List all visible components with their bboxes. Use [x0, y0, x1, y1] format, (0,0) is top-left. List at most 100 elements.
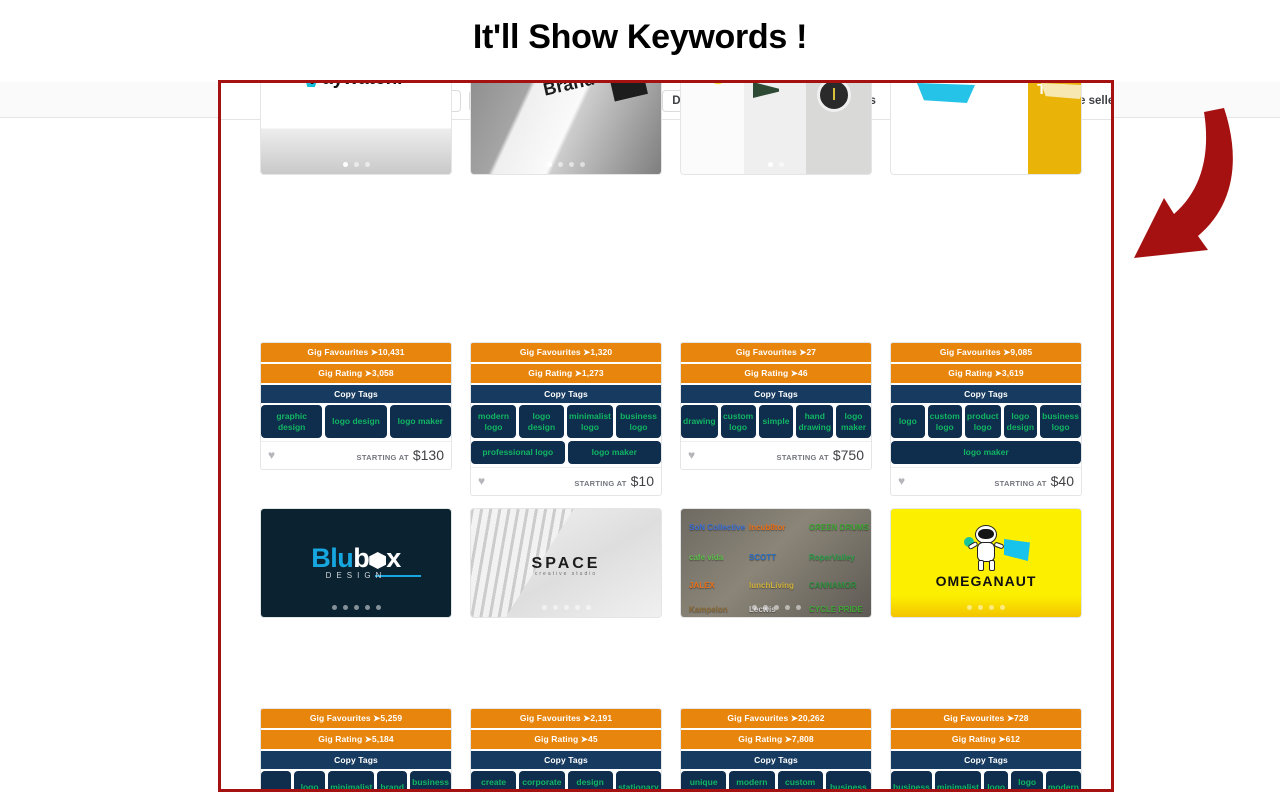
gig-rating-bar[interactable]: Gig Rating ➤45 [471, 730, 661, 749]
copy-tags-button[interactable]: Copy Tags [681, 751, 871, 769]
carousel-dots[interactable] [471, 162, 661, 167]
gig-tag[interactable]: business logo [616, 405, 661, 439]
carousel-dots[interactable] [471, 605, 661, 610]
gig-thumbnail[interactable]: AQUA TAPAQUA TAP [891, 83, 1081, 174]
gig-tag[interactable]: unique logo design [681, 771, 727, 789]
gig-tag[interactable]: custom logo [927, 405, 962, 439]
gig-thumbnail[interactable]: SoN Collective Incub8tor GREEN DRUMS cafe v… [681, 509, 871, 617]
gig-thumbnail[interactable]: Paywatch. [261, 83, 451, 174]
carousel-dot[interactable] [967, 605, 972, 610]
gig-tag[interactable]: logo [983, 771, 1009, 789]
gig-tag[interactable]: corporate identity [519, 771, 565, 789]
carousel-dot[interactable] [331, 605, 337, 610]
gig-favourites-bar[interactable]: Gig Favourites ➤9,085 [891, 343, 1081, 362]
carousel-dot[interactable] [1000, 605, 1005, 610]
carousel-dot[interactable] [983, 162, 989, 167]
gig-tag[interactable]: logo maker [567, 441, 661, 464]
gig-favourites-bar[interactable]: Gig Favourites ➤2,191 [471, 709, 661, 728]
copy-tags-button[interactable]: Copy Tags [261, 385, 451, 403]
gig-favourites-bar[interactable]: Gig Favourites ➤5,259 [261, 709, 451, 728]
carousel-dots[interactable] [261, 162, 451, 167]
carousel-dot[interactable] [585, 605, 591, 610]
carousel-dots[interactable] [891, 605, 1081, 610]
gig-tag[interactable]: logo maker [891, 441, 1081, 464]
gig-tag[interactable]: modern logo design [729, 771, 775, 789]
gig-tag[interactable]: professional logo [471, 441, 565, 464]
gig-tag[interactable]: custom logo [720, 405, 756, 439]
gig-favourites-bar[interactable]: Gig Favourites ➤20,262 [681, 709, 871, 728]
gig-tag[interactable]: logo design [518, 405, 564, 439]
gig-tag[interactable]: business logo [1040, 405, 1081, 439]
copy-tags-button[interactable]: Copy Tags [471, 385, 661, 403]
carousel-dots[interactable] [891, 162, 1081, 167]
gig-tag[interactable]: minimalist logo [566, 405, 614, 439]
gig-rating-bar[interactable]: Gig Rating ➤1,273 [471, 364, 661, 383]
carousel-dot[interactable] [961, 162, 967, 167]
gig-tag[interactable]: design logo [567, 771, 613, 789]
carousel-dot[interactable] [552, 605, 558, 610]
gig-tag[interactable]: logo design [1003, 405, 1038, 439]
gig-thumbnail[interactable]: SPACE creative studio [471, 509, 661, 617]
gig-rating-bar[interactable]: Gig Rating ➤3,058 [261, 364, 451, 383]
gig-tag[interactable]: logo design [293, 771, 326, 789]
carousel-dot[interactable] [978, 605, 983, 610]
gig-tag[interactable]: logo design [1011, 771, 1043, 789]
gig-card[interactable]: OMEGANAUT [890, 508, 1082, 618]
gig-tag[interactable]: hand drawing [796, 405, 834, 439]
carousel-dot[interactable] [994, 162, 1000, 167]
gig-tag[interactable]: logo maker [389, 405, 451, 439]
gig-card[interactable]: Brand [470, 83, 662, 175]
gig-card[interactable]: AQUA TAPAQUA TAP [890, 83, 1082, 175]
gig-card[interactable]: SoN Collective Incub8tor GREEN DRUMS cafe v… [680, 508, 872, 618]
carousel-dot[interactable] [773, 605, 779, 610]
gig-favourites-bar[interactable]: Gig Favourites ➤10,431 [261, 343, 451, 362]
carousel-dot[interactable] [364, 162, 370, 167]
gig-tag[interactable]: logo [891, 405, 925, 439]
gig-favourites-bar[interactable]: Gig Favourites ➤1,320 [471, 343, 661, 362]
gig-card[interactable]: Blub x DESIGN [260, 508, 452, 618]
gig-tag[interactable]: modern logo [471, 405, 516, 439]
gig-tag[interactable]: logo [261, 771, 291, 789]
carousel-dots[interactable] [681, 605, 871, 610]
gig-card[interactable]: Paywatch. [260, 83, 452, 175]
carousel-dot[interactable] [784, 605, 790, 610]
gig-tag[interactable]: logo maker [836, 405, 871, 439]
gig-favourites-bar[interactable]: Gig Favourites ➤728 [891, 709, 1081, 728]
carousel-dot[interactable] [547, 162, 552, 167]
gig-card[interactable] [680, 83, 872, 175]
gig-tag[interactable]: modern [1045, 771, 1081, 789]
gig-tag[interactable]: simple [758, 405, 794, 439]
gig-thumbnail[interactable]: Blub x DESIGN [261, 509, 451, 617]
copy-tags-button[interactable]: Copy Tags [891, 751, 1081, 769]
gig-rating-bar[interactable]: Gig Rating ➤46 [681, 364, 871, 383]
gig-thumbnail[interactable]: OMEGANAUT [891, 509, 1081, 617]
carousel-dot[interactable] [762, 605, 768, 610]
gig-rating-bar[interactable]: Gig Rating ➤7,808 [681, 730, 871, 749]
carousel-dot[interactable] [375, 605, 381, 610]
gig-tag[interactable]: custom logo design [777, 771, 823, 789]
carousel-dots[interactable] [681, 162, 871, 167]
gig-tag[interactable]: business logo design [410, 771, 451, 789]
carousel-dot[interactable] [795, 605, 801, 610]
gig-favourites-bar[interactable]: Gig Favourites ➤27 [681, 343, 871, 362]
gig-tag[interactable]: drawing [681, 405, 718, 439]
gig-tag[interactable]: product logo [964, 405, 1001, 439]
heart-icon[interactable]: ♥ [268, 449, 275, 461]
carousel-dot[interactable] [342, 162, 348, 167]
gig-rating-bar[interactable]: Gig Rating ➤3,619 [891, 364, 1081, 383]
copy-tags-button[interactable]: Copy Tags [681, 385, 871, 403]
gig-tag[interactable]: business logo [825, 771, 871, 789]
carousel-dot[interactable] [779, 162, 784, 167]
carousel-dot[interactable] [768, 162, 773, 167]
copy-tags-button[interactable]: Copy Tags [261, 751, 451, 769]
carousel-dot[interactable] [541, 605, 547, 610]
carousel-dot[interactable] [353, 605, 359, 610]
heart-icon[interactable]: ♥ [688, 449, 695, 461]
gig-tag[interactable]: business [891, 771, 932, 789]
gig-tag[interactable]: minimalist logo [328, 771, 375, 789]
gig-tag[interactable]: stationary [615, 771, 661, 789]
gig-rating-bar[interactable]: Gig Rating ➤5,184 [261, 730, 451, 749]
carousel-dots[interactable] [261, 605, 451, 610]
heart-icon[interactable]: ♥ [478, 475, 485, 487]
carousel-dot[interactable] [558, 162, 563, 167]
